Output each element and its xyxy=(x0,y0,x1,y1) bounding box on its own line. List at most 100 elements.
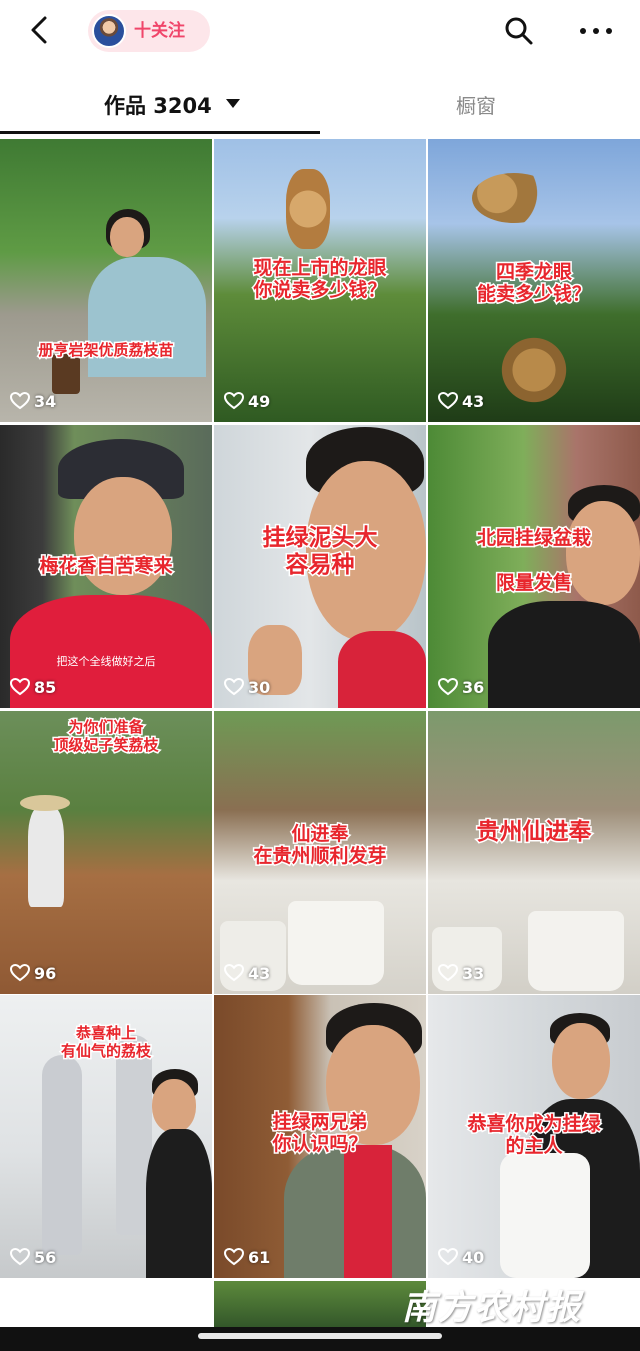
plant-bag xyxy=(528,911,624,991)
follow-button[interactable]: 十关注 xyxy=(88,10,210,52)
heart-icon xyxy=(224,1248,244,1266)
watermark-logo: 南方农村报 xyxy=(402,1288,582,1328)
heart-icon xyxy=(224,678,244,696)
search-icon xyxy=(505,17,533,45)
person-face xyxy=(152,1079,196,1133)
like-count-value: 61 xyxy=(248,1247,271,1267)
heart-icon xyxy=(438,392,458,410)
heart-icon xyxy=(10,392,30,410)
like-count: 30 xyxy=(224,676,270,698)
straw-hat xyxy=(20,795,70,811)
person-face xyxy=(552,1023,610,1099)
video-caption: 挂绿两兄弟 你认识吗？ xyxy=(271,1110,369,1157)
like-count-value: 34 xyxy=(34,391,57,411)
tab-window[interactable]: 橱窗 xyxy=(320,78,640,136)
video-tile[interactable]: 梅花香自苦寒来 把这个全线做好之后 85 xyxy=(0,425,212,708)
video-tile[interactable]: 贵州仙进奉 33 xyxy=(428,711,640,994)
video-caption: 册亨岩架优质荔枝苗 xyxy=(37,340,175,360)
video-tile[interactable]: 北园挂绿盆栽 限量发售 36 xyxy=(428,425,640,708)
heart-icon xyxy=(438,1248,458,1266)
like-count: 43 xyxy=(438,390,484,412)
plant-bag xyxy=(500,1153,590,1278)
like-count: 61 xyxy=(224,1246,270,1268)
video-tile-partial[interactable] xyxy=(0,1281,212,1327)
more-dots-icon xyxy=(580,28,612,34)
more-button[interactable] xyxy=(576,14,616,48)
heart-icon xyxy=(10,1248,30,1266)
video-caption: 北园挂绿盆栽 限量发售 xyxy=(475,525,592,595)
system-nav-bar xyxy=(0,1327,640,1351)
plant-pot xyxy=(52,354,80,394)
person-inner-shirt xyxy=(344,1145,392,1278)
person-shirt xyxy=(488,601,640,708)
like-count: 56 xyxy=(10,1246,56,1268)
video-tile[interactable]: 现在上市的龙眼 你说卖多少钱？ 49 xyxy=(214,139,426,422)
like-count-value: 49 xyxy=(248,391,271,411)
heart-icon xyxy=(438,964,458,982)
heart-icon xyxy=(10,964,30,982)
tab-window-label: 橱窗 xyxy=(456,94,496,118)
video-tile[interactable]: 册亨岩架优质荔枝苗 34 xyxy=(0,139,212,422)
caret-down-icon[interactable] xyxy=(226,99,240,109)
video-tile[interactable]: 仙进奉 在贵州顺利发芽 43 xyxy=(214,711,426,994)
like-count-value: 40 xyxy=(462,1247,485,1267)
like-count: 40 xyxy=(438,1246,484,1268)
like-count: 85 xyxy=(10,676,56,698)
heart-icon xyxy=(438,678,458,696)
search-button[interactable] xyxy=(502,14,536,48)
like-count-value: 96 xyxy=(34,963,57,983)
video-tile[interactable]: 为你们准备 顶级妃子笑荔枝 96 xyxy=(0,711,212,994)
like-count-value: 30 xyxy=(248,677,271,697)
like-count: 43 xyxy=(224,962,270,984)
like-count-value: 85 xyxy=(34,677,57,697)
heart-icon xyxy=(10,678,30,696)
video-grid: 册亨岩架优质荔枝苗 34 现在上市的龙眼 你说卖多少钱？ 49 四季龙眼 能卖多少钱… xyxy=(0,139,640,1279)
longan-cluster xyxy=(494,335,574,405)
video-tile[interactable]: 恭喜种上 有仙气的荔枝 56 xyxy=(0,995,212,1278)
back-button[interactable] xyxy=(22,12,58,48)
wrapped-tree xyxy=(42,1055,82,1255)
heart-icon xyxy=(224,964,244,982)
video-caption: 梅花香自苦寒来 xyxy=(38,553,174,578)
video-caption: 四季龙眼 能卖多少钱？ xyxy=(475,260,592,307)
chevron-left-icon xyxy=(31,16,47,44)
like-count: 33 xyxy=(438,962,484,984)
video-tile[interactable]: 恭喜你成为挂绿 的主人 40 xyxy=(428,995,640,1278)
like-count-value: 33 xyxy=(462,963,485,983)
like-count-value: 43 xyxy=(462,391,485,411)
profile-tabs: 作品 3204 橱窗 xyxy=(0,78,640,136)
like-count-value: 43 xyxy=(248,963,271,983)
video-caption: 恭喜种上 有仙气的荔枝 xyxy=(59,1023,152,1062)
tab-works[interactable]: 作品 3204 xyxy=(0,78,320,136)
tab-works-label: 作品 3204 xyxy=(104,94,212,118)
like-count: 36 xyxy=(438,676,484,698)
like-count: 49 xyxy=(224,390,270,412)
person-shirt xyxy=(338,631,426,708)
like-count-value: 56 xyxy=(34,1247,57,1267)
video-caption: 仙进奉 在贵州顺利发芽 xyxy=(252,822,388,869)
like-count-value: 36 xyxy=(462,677,485,697)
tab-active-indicator xyxy=(0,131,320,134)
video-tile[interactable]: 四季龙眼 能卖多少钱？ 43 xyxy=(428,139,640,422)
worker-figure xyxy=(28,807,64,907)
longan-cluster xyxy=(286,169,330,249)
video-caption: 恭喜你成为挂绿 的主人 xyxy=(466,1112,602,1159)
person-shirt xyxy=(146,1129,212,1278)
video-tile[interactable]: 挂绿泥头大 容易种 30 xyxy=(214,425,426,708)
plant-bag xyxy=(288,901,384,985)
video-tile-partial[interactable] xyxy=(214,1281,426,1327)
like-count: 34 xyxy=(10,390,56,412)
video-caption: 贵州仙进奉 xyxy=(475,817,593,846)
home-indicator[interactable] xyxy=(198,1333,442,1339)
video-caption: 为你们准备 顶级妃子笑荔枝 xyxy=(52,717,160,756)
follow-label: 十关注 xyxy=(134,21,185,41)
person-face xyxy=(110,217,144,257)
video-caption: 挂绿泥头大 容易种 xyxy=(261,523,379,579)
video-tile[interactable]: 挂绿两兄弟 你认识吗？ 61 xyxy=(214,995,426,1278)
avatar[interactable] xyxy=(92,14,126,48)
longan-cluster xyxy=(472,173,556,223)
like-count: 96 xyxy=(10,962,56,984)
video-caption: 现在上市的龙眼 你说卖多少钱？ xyxy=(252,256,388,303)
top-bar: 十关注 xyxy=(0,0,640,64)
video-subtitle: 把这个全线做好之后 xyxy=(56,655,156,668)
